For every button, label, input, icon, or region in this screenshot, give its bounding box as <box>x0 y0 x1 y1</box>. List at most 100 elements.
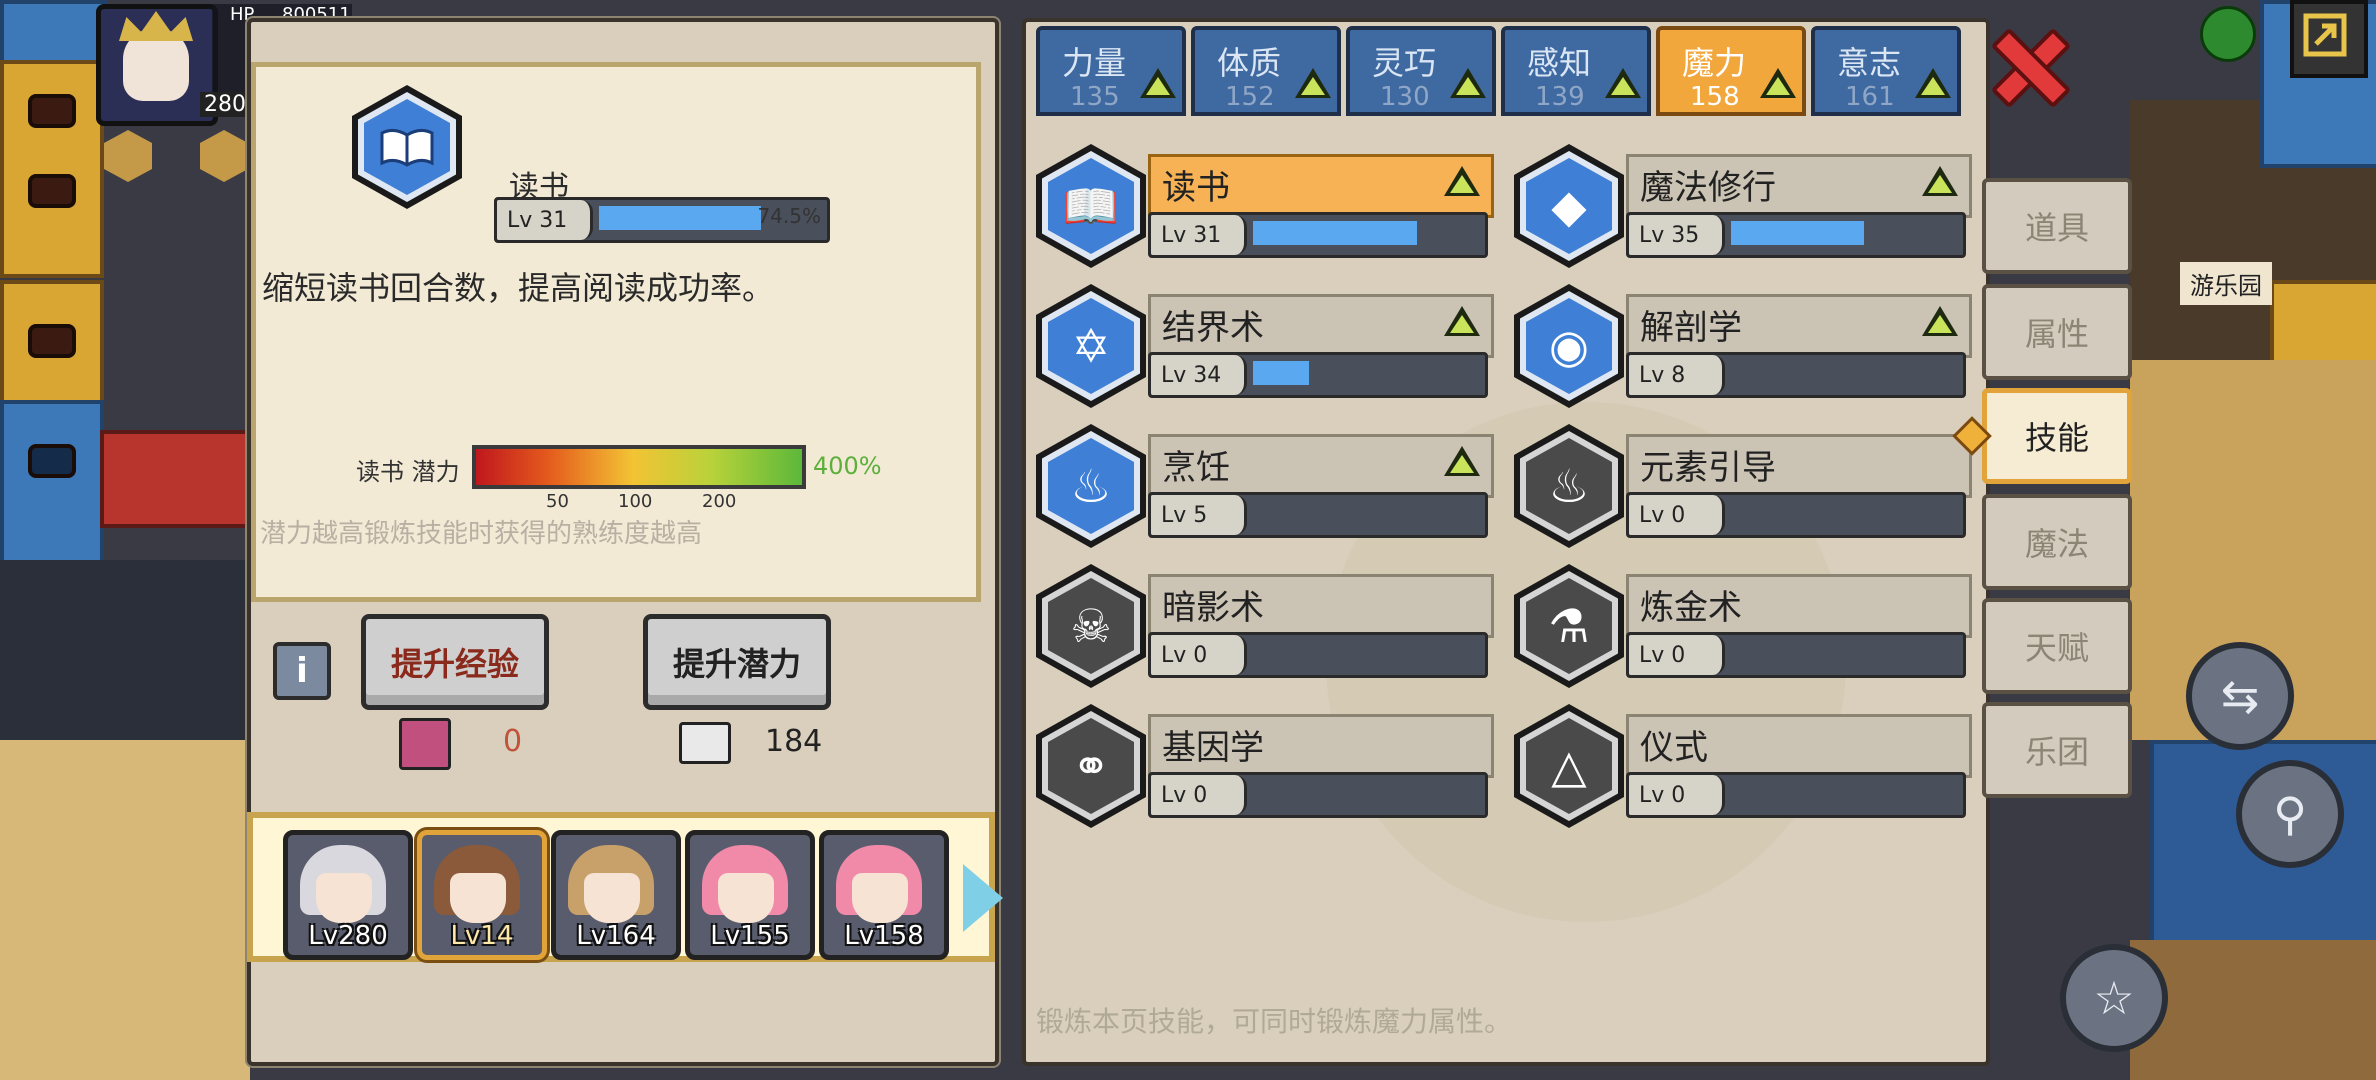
swap-button[interactable]: ⇆ <box>2186 642 2294 750</box>
skill-level-bar: Lv 31 <box>1148 212 1488 258</box>
skill-level-bar: Lv 8 <box>1626 352 1966 398</box>
selected-skill-level-bar: Lv 31 74.5% <box>494 197 830 243</box>
potential-label: 读书 潜力 <box>356 458 460 486</box>
side-menu-skills[interactable]: 技能 <box>1982 388 2132 484</box>
upgrade-arrow-icon <box>1915 68 1951 98</box>
upgrade-arrow-icon <box>1444 306 1480 336</box>
exp-book-icon <box>399 718 451 770</box>
skill-anatomy[interactable]: ◉ 解剖学 Lv 8 <box>1514 284 1994 408</box>
skill-progress-fill <box>1731 221 1864 245</box>
molecule-icon: ⚭ <box>1036 704 1146 828</box>
member-level: Lv155 <box>710 921 790 951</box>
skill-element-guidance[interactable]: ♨ 元素引导 Lv 0 <box>1514 424 1994 548</box>
tab-dexterity[interactable]: 灵巧 130 <box>1346 26 1496 116</box>
team-member[interactable]: Lv158 <box>819 830 949 960</box>
skill-level: Lv 5 <box>1151 495 1247 535</box>
side-menu-magic[interactable]: 魔法 <box>1982 494 2132 590</box>
zoom-button[interactable]: ⚲ <box>2236 760 2344 868</box>
raise-exp-button[interactable]: 提升经验 <box>361 614 549 710</box>
potential-note: 潜力越高锻炼技能时获得的熟练度越高 <box>260 519 703 549</box>
upgrade-arrow-icon <box>1140 68 1176 98</box>
skill-ritual[interactable]: △ 仪式 Lv 0 <box>1514 704 1994 828</box>
side-menu-attributes[interactable]: 属性 <box>1982 284 2132 380</box>
flask-icon: ⚗ <box>1514 564 1624 688</box>
skill-name: 烹饪 <box>1162 448 1230 488</box>
upgrade-arrow-icon <box>1922 166 1958 196</box>
skill-info-card: 读书 Lv 31 74.5% 缩短读书回合数，提高阅读成功率。 读书 潜力 40… <box>251 62 981 602</box>
team-member[interactable]: Lv164 <box>551 830 681 960</box>
skill-progress-fill <box>1253 221 1417 245</box>
selected-skill-progress-fill <box>599 206 761 230</box>
skill-name: 炼金术 <box>1640 588 1742 628</box>
upgrade-arrow-icon <box>1605 68 1641 98</box>
exit-button[interactable] <box>2290 0 2368 78</box>
member-level: Lv164 <box>576 921 656 951</box>
skill-level: Lv 31 <box>1151 215 1247 255</box>
world-block <box>100 430 258 528</box>
team-member-strip: Lv280 Lv14 Lv164 Lv155 Lv158 <box>247 812 995 962</box>
side-menu-items[interactable]: 道具 <box>1982 178 2132 274</box>
skill-level-bar: Lv 5 <box>1148 492 1488 538</box>
raise-potential-button[interactable]: 提升潜力 <box>643 614 831 710</box>
tab-value: 161 <box>1845 82 1895 112</box>
skill-shadow[interactable]: ☠ 暗影术 Lv 0 <box>1036 564 1516 688</box>
skill-magic-practice[interactable]: ◆ 魔法修行 Lv 35 <box>1514 144 1994 268</box>
tab-magic[interactable]: 魔力 158 <box>1656 26 1806 116</box>
magic-crystal-icon: ◆ <box>1514 144 1624 268</box>
skill-detail-panel: 读书 Lv 31 74.5% 缩短读书回合数，提高阅读成功率。 读书 潜力 40… <box>247 18 1003 1066</box>
side-menu-band[interactable]: 乐团 <box>1982 702 2132 798</box>
tab-name: 意志 <box>1837 44 1902 82</box>
star-icon: ☆ <box>2093 971 2135 1025</box>
team-member[interactable]: Lv155 <box>685 830 815 960</box>
skill-name: 解剖学 <box>1640 308 1742 348</box>
footer-note: 锻炼本页技能，可同时锻炼魔力属性。 <box>1036 1005 1513 1038</box>
tab-constitution[interactable]: 体质 152 <box>1191 26 1341 116</box>
tab-will[interactable]: 意志 161 <box>1811 26 1961 116</box>
skill-level: Lv 0 <box>1151 775 1247 815</box>
upgrade-arrow-icon <box>1760 68 1796 98</box>
tab-name: 感知 <box>1527 44 1592 82</box>
next-members-arrow-icon[interactable] <box>963 864 1003 932</box>
skill-level-bar: Lv 0 <box>1148 772 1488 818</box>
skill-name: 读书 <box>1162 168 1230 208</box>
world-block <box>0 0 108 68</box>
info-button[interactable]: i <box>273 642 331 700</box>
favorite-button[interactable]: ☆ <box>2060 944 2168 1052</box>
side-menu-talents[interactable]: 天赋 <box>1982 598 2132 694</box>
skill-cooking[interactable]: ♨ 烹饪 Lv 5 <box>1036 424 1516 548</box>
skill-reading[interactable]: 📖 读书 Lv 31 <box>1036 144 1516 268</box>
skill-name: 暗影术 <box>1162 588 1264 628</box>
pot-icon: ♨ <box>1036 424 1146 548</box>
tab-strength[interactable]: 力量 135 <box>1036 26 1186 116</box>
tab-value: 152 <box>1225 82 1275 112</box>
tab-perception[interactable]: 感知 139 <box>1501 26 1651 116</box>
exit-icon <box>2303 13 2347 57</box>
skill-barrier[interactable]: ✡ 结界术 Lv 34 <box>1036 284 1516 408</box>
skill-level-bar: Lv 0 <box>1626 772 1966 818</box>
skill-level: Lv 34 <box>1151 355 1247 395</box>
member-level: Lv14 <box>450 921 514 951</box>
potential-tick: 100 <box>618 491 653 512</box>
potential-scroll-icon <box>679 722 731 764</box>
team-member[interactable]: Lv280 <box>283 830 413 960</box>
globe-icon[interactable] <box>2200 6 2256 62</box>
selected-skill-level: Lv 31 <box>497 200 593 240</box>
tab-value: 139 <box>1535 82 1585 112</box>
skill-level: Lv 8 <box>1629 355 1725 395</box>
exp-resource-count: 0 <box>503 724 523 759</box>
skill-progress-fill <box>1253 361 1309 385</box>
player-level: 280 <box>200 92 250 117</box>
skill-level: Lv 35 <box>1629 215 1725 255</box>
skill-genetics[interactable]: ⚭ 基因学 Lv 0 <box>1036 704 1516 828</box>
potential-resource-count: 184 <box>765 724 823 759</box>
tab-name: 体质 <box>1217 44 1282 82</box>
upgrade-arrow-icon <box>1444 446 1480 476</box>
member-level: Lv280 <box>308 921 388 951</box>
world-ground <box>0 740 250 1080</box>
team-member[interactable]: Lv14 <box>417 830 547 960</box>
close-icon[interactable] <box>1990 28 2060 98</box>
skill-alchemy[interactable]: ⚗ 炼金术 Lv 0 <box>1514 564 1994 688</box>
candle-icon: △ <box>1514 704 1624 828</box>
upgrade-arrow-icon <box>1450 68 1486 98</box>
skill-name: 魔法修行 <box>1640 168 1776 208</box>
